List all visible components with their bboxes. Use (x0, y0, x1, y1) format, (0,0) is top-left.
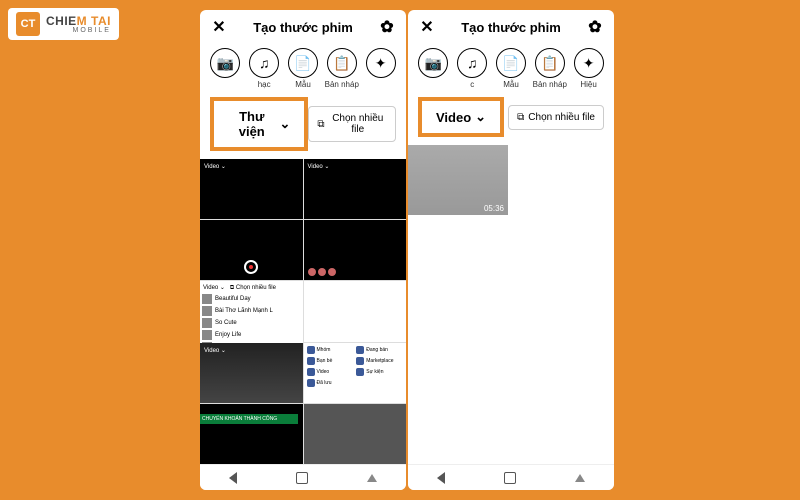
music-icon: ♫ (249, 48, 279, 78)
category-grid: Mhóm Đang bán Bạn bè Marketplace Video S… (304, 343, 407, 390)
video-duration: 05:36 (484, 204, 504, 213)
video-gallery[interactable]: 05:36 (408, 145, 614, 464)
brand-logo: CT CHIEM TAI MOBILE (8, 8, 119, 40)
camera-icon: 📷 (210, 48, 240, 78)
mode-camera[interactable]: 📷 (207, 48, 243, 89)
effects-icon: ✦ (574, 48, 604, 78)
multi-select-button[interactable]: ⧉Chọn nhiều file (508, 105, 604, 130)
system-navbar (200, 464, 406, 490)
gallery-thumbnail[interactable]: Mhóm Đang bán Bạn bè Marketplace Video S… (304, 343, 407, 403)
gallery-thumbnail[interactable] (304, 281, 407, 342)
gallery-thumbnail[interactable]: CHUYỂN KHOẢN THÀNH CÔNG (200, 404, 303, 464)
logo-sub-text: MOBILE (46, 27, 111, 34)
nav-back-icon[interactable] (229, 472, 237, 484)
gallery-thumbnail[interactable] (304, 404, 407, 464)
close-icon[interactable]: ✕ (418, 18, 436, 36)
mode-camera[interactable]: 📷 (415, 48, 451, 89)
mode-template[interactable]: 📄Mẫu (285, 48, 321, 89)
nav-recent-icon[interactable] (367, 474, 377, 482)
mode-icon-row: 📷 ♫c 📄Mẫu 📋Bản nháp ✦Hiệu (408, 44, 614, 91)
phone-screenshot-1: ✕ Tạo thước phim ✿ 📷 ♫hạc 📄Mẫu 📋Bản nháp… (200, 10, 406, 490)
logo-icon: CT (16, 12, 40, 36)
mode-template[interactable]: 📄Mẫu (493, 48, 529, 89)
nav-home-icon[interactable] (504, 472, 516, 484)
camera-icon: 📷 (418, 48, 448, 78)
nav-back-icon[interactable] (437, 472, 445, 484)
mode-effects[interactable]: ✦ (363, 48, 399, 89)
gallery-thumbnail[interactable]: Video ⌄ (304, 159, 407, 219)
media-gallery[interactable]: Video ⌄ Video ⌄ Video ⌄ ⧉ Chọn nhiều fil… (200, 159, 406, 464)
draft-icon: 📋 (327, 48, 357, 78)
mode-icon-row: 📷 ♫hạc 📄Mẫu 📋Bản nháp ✦ (200, 44, 406, 91)
mode-music[interactable]: ♫c (454, 48, 490, 89)
draft-icon: 📋 (535, 48, 565, 78)
chevron-down-icon: ⌄ (280, 116, 291, 132)
mode-music[interactable]: ♫hạc (246, 48, 282, 89)
mode-draft[interactable]: 📋Bản nháp (532, 48, 568, 89)
template-icon: 📄 (288, 48, 318, 78)
nav-home-icon[interactable] (296, 472, 308, 484)
gallery-thumbnail[interactable] (304, 220, 407, 280)
gallery-thumbnail[interactable]: Video ⌄ (200, 343, 303, 403)
logo-main-text: CHIEM TAI (46, 15, 111, 27)
copy-icon: ⧉ (517, 112, 524, 123)
close-icon[interactable]: ✕ (210, 18, 228, 36)
template-icon: 📄 (496, 48, 526, 78)
page-title: Tạo thước phim (461, 20, 561, 35)
gallery-thumbnail[interactable]: Video ⌄ (200, 159, 303, 219)
video-thumbnail[interactable]: 05:36 (408, 145, 508, 215)
multi-select-button[interactable]: ⧉Chọn nhiều file (308, 106, 396, 142)
mode-effects[interactable]: ✦Hiệu (571, 48, 607, 89)
gallery-thumbnail[interactable]: Video ⌄ ⧉ Chọn nhiều file Beautiful Day … (200, 281, 303, 342)
chevron-down-icon: ⌄ (475, 109, 486, 125)
gear-icon[interactable]: ✿ (586, 18, 604, 36)
page-title: Tạo thước phim (253, 20, 353, 35)
mode-draft[interactable]: 📋Bản nháp (324, 48, 360, 89)
library-dropdown[interactable]: Thư viện⌄ (210, 97, 308, 151)
gallery-thumbnail[interactable] (200, 220, 303, 280)
effects-icon: ✦ (366, 48, 396, 78)
nav-recent-icon[interactable] (575, 474, 585, 482)
video-dropdown[interactable]: Video⌄ (418, 97, 504, 137)
success-banner: CHUYỂN KHOẢN THÀNH CÔNG (200, 414, 298, 424)
music-icon: ♫ (457, 48, 487, 78)
system-navbar (408, 464, 614, 490)
copy-icon: ⧉ (317, 119, 324, 130)
phone-screenshot-2: ✕ Tạo thước phim ✿ 📷 ♫c 📄Mẫu 📋Bản nháp ✦… (408, 10, 614, 490)
gear-icon[interactable]: ✿ (378, 18, 396, 36)
